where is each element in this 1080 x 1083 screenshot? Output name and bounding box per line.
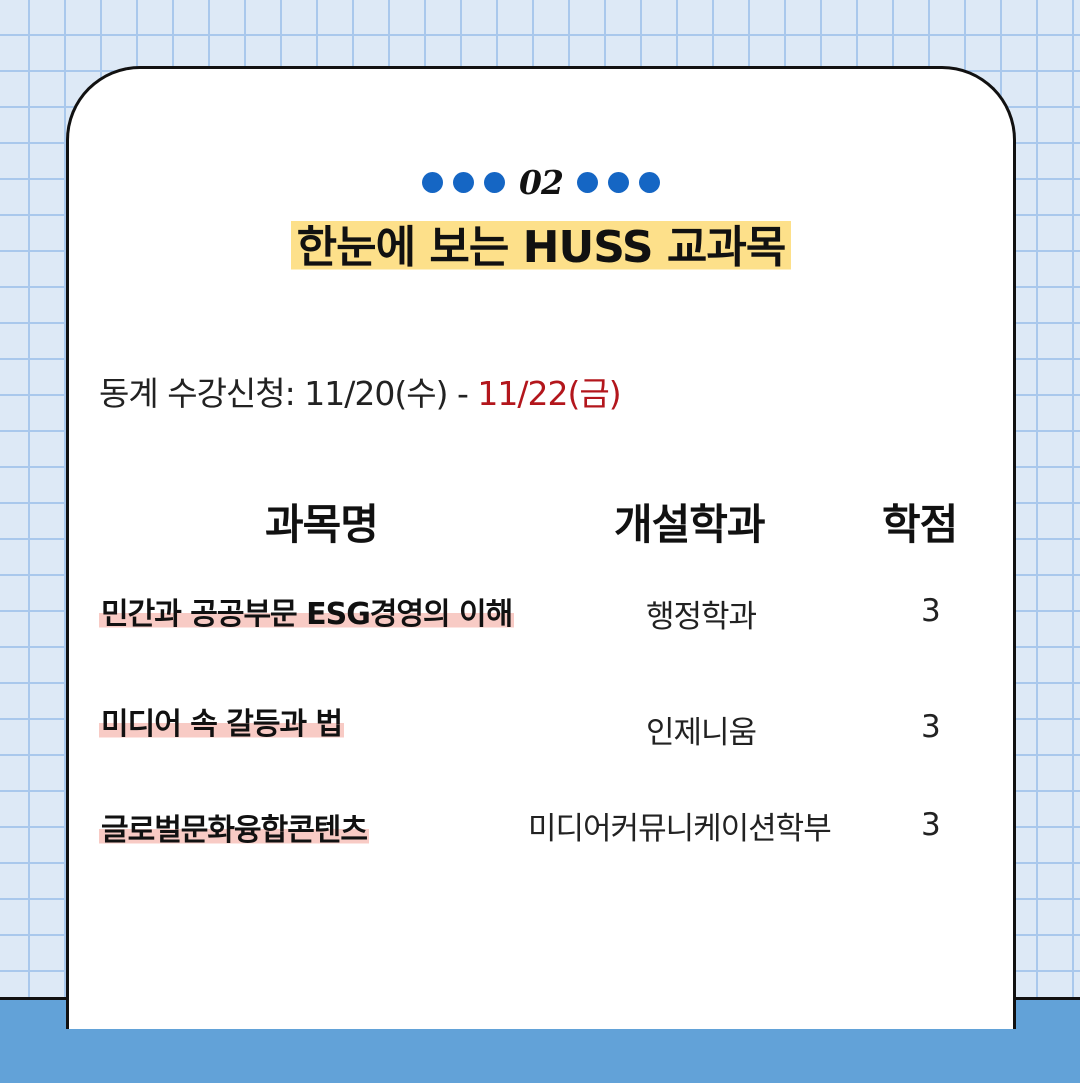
dot-icon [484, 172, 506, 193]
table-row: 미디어 속 갈등과 법 인제니움 3 [69, 699, 1013, 759]
table-row: 민간과 공공부문 ESG경영의 이해 행정학과 3 [69, 589, 1013, 649]
department-name: 인제니움 [646, 715, 757, 751]
title-wrap: 한눈에 보는 HUSS 교과목 [69, 209, 1013, 275]
section-number: 02 [519, 163, 564, 202]
content-card: 02 한눈에 보는 HUSS 교과목 동계 수강신청: 11/20(수) - 1… [66, 66, 1016, 1029]
table-row: 글로벌문화융합콘텐츠 미디어커뮤니케이션학부 3 [69, 799, 1013, 859]
registration-period: 동계 수강신청: 11/20(수) - 11/22(금) [99, 367, 622, 415]
column-header-department: 개설학과 [614, 500, 766, 549]
dot-icon [422, 172, 444, 193]
dot-icon [638, 172, 660, 193]
credit-value: 3 [921, 709, 941, 745]
registration-end-date: 11/22(금) [477, 374, 621, 413]
credit-value: 3 [921, 807, 941, 843]
department-name: 미디어커뮤니케이션학부 [528, 811, 832, 847]
course-name: 글로벌문화융합콘텐츠 [99, 805, 369, 849]
section-badge: 02 [69, 163, 1013, 202]
credit-value: 3 [921, 593, 941, 629]
course-name: 민간과 공공부문 ESG경영의 이해 [99, 589, 515, 633]
dot-icon [453, 172, 475, 193]
column-header-credit: 학점 [882, 500, 958, 549]
column-header-course: 과목명 [265, 500, 379, 549]
right-dots [576, 172, 660, 193]
page-title: 한눈에 보는 HUSS 교과목 [290, 209, 792, 275]
dot-icon [576, 172, 598, 193]
left-dots [422, 172, 506, 193]
department-name: 행정학과 [646, 599, 757, 635]
dot-icon [607, 172, 629, 193]
registration-label: 동계 수강신청: 11/20(수) - [99, 374, 478, 413]
course-name: 미디어 속 갈등과 법 [99, 699, 345, 743]
